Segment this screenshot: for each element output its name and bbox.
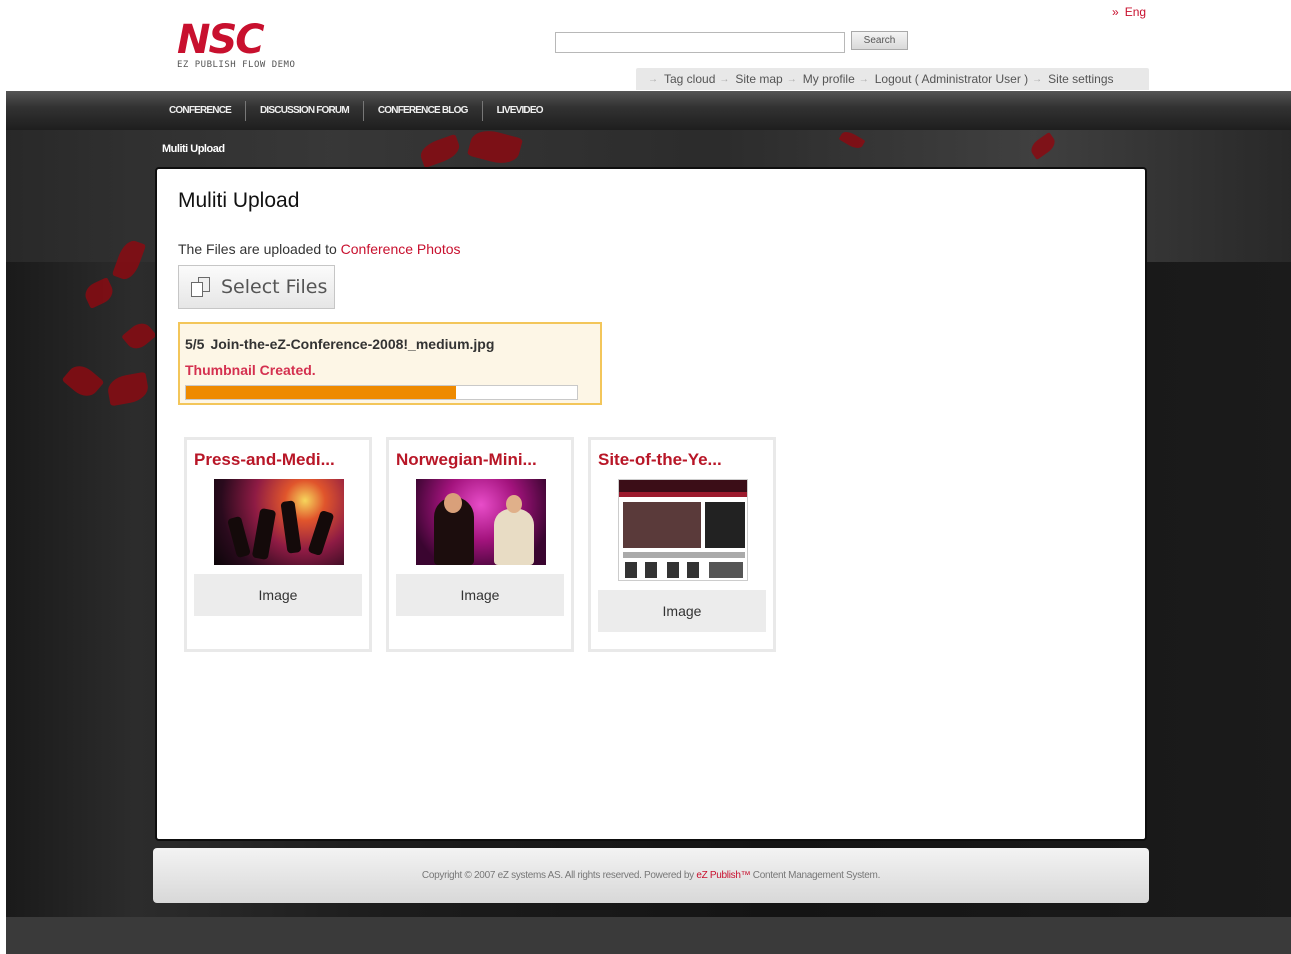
double-chevron-icon: » <box>1112 5 1119 19</box>
main-navigation: CONFERENCE DISCUSSION FORUM CONFERENCE B… <box>169 101 557 121</box>
arrow-icon: → <box>719 73 730 85</box>
nav-item-livevideo[interactable]: LIVEVIDEO <box>483 101 557 121</box>
upload-count: 5/5 <box>185 336 205 352</box>
ez-publish-link[interactable]: eZ Publish™ <box>696 870 750 881</box>
upload-destination-info: The Files are uploaded to Conference Pho… <box>178 241 461 257</box>
search-input[interactable] <box>555 32 845 53</box>
stage-photo-thumbnail[interactable] <box>214 479 344 565</box>
card-type-label: Image <box>396 574 564 616</box>
page-title: Muliti Upload <box>178 189 300 212</box>
nav-item-conference-blog[interactable]: CONFERENCE BLOG <box>364 101 483 121</box>
card-type-label: Image <box>598 590 766 632</box>
language-label: Eng <box>1124 5 1147 19</box>
arrow-icon: → <box>786 73 797 85</box>
select-files-button[interactable]: Select Files <box>178 265 335 309</box>
files-icon <box>191 276 213 298</box>
info-text: The Files are uploaded to <box>178 241 337 257</box>
uploaded-item-card[interactable]: Site-of-the-Ye... Image <box>588 437 776 652</box>
footer: Copyright © 2007 eZ systems AS. All righ… <box>153 848 1149 903</box>
upload-progress-bar <box>185 385 578 400</box>
background-bottom <box>6 917 1291 954</box>
uploaded-item-card[interactable]: Press-and-Medi... Image <box>184 437 372 652</box>
upload-status: Thumbnail Created. <box>185 362 316 378</box>
page: NSC EZ PUBLISH FLOW DEMO » Eng Search → T… <box>0 0 1291 954</box>
arrow-icon: → <box>648 73 658 85</box>
destination-folder-link[interactable]: Conference Photos <box>341 241 461 257</box>
language-switch[interactable]: » Eng <box>1112 5 1146 19</box>
upload-progress-box: 5/5 Join-the-eZ-Conference-2008!_medium.j… <box>178 322 602 405</box>
search-button[interactable]: Search <box>851 31 908 50</box>
select-files-label: Select Files <box>221 276 328 298</box>
logout-link[interactable]: Logout ( Administrator User ) <box>875 72 1028 86</box>
nav-item-conference[interactable]: CONFERENCE <box>169 101 247 121</box>
card-title[interactable]: Press-and-Medi... <box>194 450 335 470</box>
card-type-label: Image <box>194 574 362 616</box>
award-photo-thumbnail[interactable] <box>416 479 546 565</box>
breadcrumb[interactable]: Muliti Upload <box>162 143 225 155</box>
user-links-bar: → Tag cloud → Site map → My profile → Lo… <box>636 68 1149 90</box>
card-title[interactable]: Site-of-the-Ye... <box>598 450 722 470</box>
card-title[interactable]: Norwegian-Mini... <box>396 450 537 470</box>
website-screenshot-thumbnail[interactable] <box>618 479 748 581</box>
site-settings-link[interactable]: Site settings <box>1048 72 1113 86</box>
site-map-link[interactable]: Site map <box>735 72 782 86</box>
my-profile-link[interactable]: My profile <box>803 72 855 86</box>
tag-cloud-link[interactable]: Tag cloud <box>664 72 715 86</box>
footer-suffix: Content Management System. <box>752 870 881 881</box>
footer-copyright: Copyright © 2007 eZ systems AS. All righ… <box>421 870 694 881</box>
uploaded-item-card[interactable]: Norwegian-Mini... Image <box>386 437 574 652</box>
upload-progress-fill <box>186 386 456 399</box>
upload-file-info: 5/5 Join-the-eZ-Conference-2008!_medium.j… <box>185 336 494 352</box>
logo-subtitle: EZ PUBLISH FLOW DEMO <box>177 60 296 70</box>
arrow-icon: → <box>1032 73 1043 85</box>
upload-filename: Join-the-eZ-Conference-2008!_medium.jpg <box>210 336 495 352</box>
nav-item-discussion-forum[interactable]: DISCUSSION FORUM <box>246 101 364 121</box>
site-logo[interactable]: NSC EZ PUBLISH FLOW DEMO <box>177 17 296 70</box>
logo-text: NSC <box>177 17 265 63</box>
arrow-icon: → <box>858 73 869 85</box>
